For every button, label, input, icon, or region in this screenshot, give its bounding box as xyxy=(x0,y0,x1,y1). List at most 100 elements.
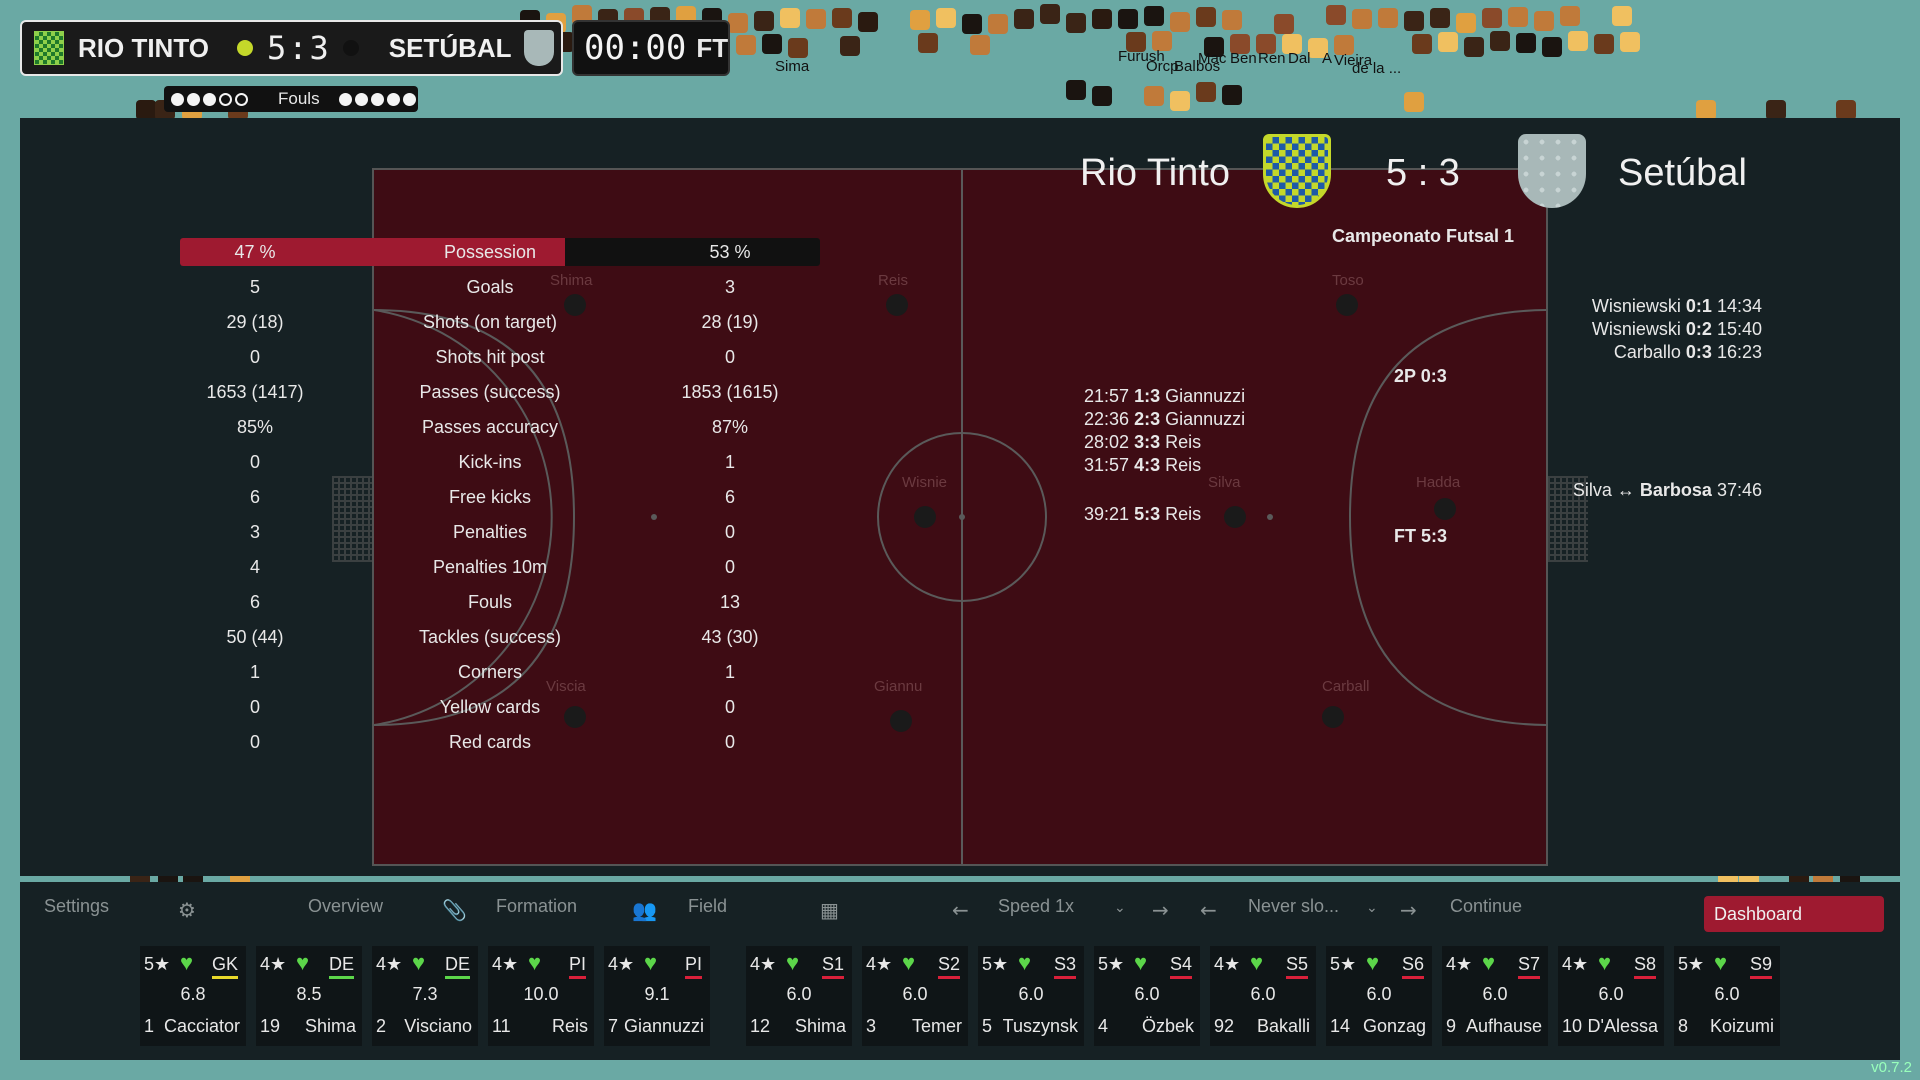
player-number: 12 xyxy=(750,1016,771,1036)
player-token[interactable] xyxy=(886,294,908,316)
stat-home-value: 85% xyxy=(236,417,274,437)
scoreboard: RIO TINTO 5:3 SETÚBAL xyxy=(20,20,563,76)
player-position: S7 xyxy=(1517,954,1540,979)
goal-score: 0:2 xyxy=(1685,319,1712,339)
player-card[interactable]: 5★ ♥ GK 6.8 1 Cacciator xyxy=(140,946,246,1046)
pitch-icon[interactable]: ▦ xyxy=(820,898,839,922)
stat-away-value: 43 (30) xyxy=(701,627,759,647)
match-clock: 00:00 FT xyxy=(572,20,730,76)
player-stars: 5★ xyxy=(982,954,1009,974)
stat-label: Shots hit post xyxy=(435,347,545,367)
player-card[interactable]: 4★ ♥ PI 10.0 11 Reis xyxy=(488,946,594,1046)
player-stars: 4★ xyxy=(1214,954,1241,974)
heart-icon: ♥ xyxy=(1714,950,1728,975)
player-ghost-label: Wisnie xyxy=(902,474,948,491)
player-position: PI xyxy=(568,954,586,979)
player-token[interactable] xyxy=(1336,294,1358,316)
gear-icon[interactable]: ⚙ xyxy=(178,898,196,922)
stat-label: Penalties 10m xyxy=(432,557,548,577)
never-slow-select[interactable]: Never slo... xyxy=(1248,896,1339,917)
player-position: S5 xyxy=(1285,954,1308,979)
player-card[interactable]: 4★ ♥ S7 6.0 9 Aufhause xyxy=(1442,946,1548,1046)
player-card[interactable]: 5★ ♥ S9 6.0 8 Koizumi xyxy=(1674,946,1780,1046)
goal-score: 4:3 xyxy=(1134,455,1161,475)
goal-time: 22:36 xyxy=(1084,409,1130,429)
home-goal-entry: 21:57 1:3 Giannuzzi xyxy=(1084,386,1245,407)
fulltime-score: FT 5:3 xyxy=(1394,526,1448,546)
player-number: 2 xyxy=(376,1016,387,1036)
stat-label: Passes accuracy xyxy=(421,417,559,437)
foul-dot xyxy=(370,92,384,106)
home-team-name: RIO TINTO xyxy=(78,32,209,63)
stat-home-value: 0 xyxy=(249,452,260,472)
stat-home-value: 6 xyxy=(249,592,260,612)
player-token[interactable] xyxy=(1224,506,1246,528)
goal-scorer: Wisniewski xyxy=(1591,319,1681,339)
field-button[interactable]: Field xyxy=(688,896,727,917)
paperclip-icon[interactable]: 📎 xyxy=(442,898,467,922)
overview-button[interactable]: Overview xyxy=(308,896,383,917)
foul-dot xyxy=(235,92,248,106)
player-token[interactable] xyxy=(1434,498,1456,520)
player-position: GK xyxy=(211,954,238,979)
player-position: S3 xyxy=(1053,954,1076,979)
player-card[interactable]: 5★ ♥ S6 6.0 14 Gonzag xyxy=(1326,946,1432,1046)
settings-button[interactable]: Settings xyxy=(44,896,109,917)
continue-button[interactable]: Continue xyxy=(1450,896,1522,917)
formation-button[interactable]: Formation xyxy=(496,896,577,917)
arrow-left-icon[interactable]: ← xyxy=(952,898,969,922)
away-crest-icon xyxy=(523,30,554,66)
arrow-right-icon[interactable]: → xyxy=(1400,898,1417,922)
stat-home-value: 6 xyxy=(249,487,260,507)
player-stars: 5★ xyxy=(1678,954,1705,974)
stat-label: Passes (success) xyxy=(419,382,561,402)
player-card[interactable]: 4★ ♥ S2 6.0 3 Temer xyxy=(862,946,968,1046)
player-number: 9 xyxy=(1446,1016,1457,1036)
stat-home-value: 29 (18) xyxy=(226,312,284,332)
speed-select[interactable]: Speed 1x xyxy=(998,896,1074,917)
player-stars: 4★ xyxy=(260,954,287,974)
chevron-down-icon[interactable]: ⌄ xyxy=(1366,900,1378,916)
player-card[interactable]: 4★ ♥ DE 8.5 19 Shima xyxy=(256,946,362,1046)
player-card[interactable]: 4★ ♥ S1 6.0 12 Shima xyxy=(746,946,852,1046)
player-rating: 6.0 xyxy=(1482,984,1508,1004)
player-card[interactable]: 4★ ♥ DE 7.3 2 Visciano xyxy=(372,946,478,1046)
player-rating: 10.0 xyxy=(523,984,559,1004)
header-home-team: Rio Tinto xyxy=(1080,152,1230,194)
stat-row: 0 Shots hit post 0 xyxy=(180,341,840,376)
goal-time: 15:40 xyxy=(1716,319,1762,339)
player-token[interactable] xyxy=(890,710,912,732)
heart-icon: ♥ xyxy=(296,950,310,975)
away-crest-large-icon xyxy=(1518,134,1586,208)
player-name: D'Alessa xyxy=(1587,1016,1658,1036)
player-card[interactable]: 4★ ♥ S5 6.0 92 Bakalli xyxy=(1210,946,1316,1046)
stat-row: 85% Passes accuracy 87% xyxy=(180,411,840,446)
crowd-name: Ren xyxy=(1258,50,1286,67)
player-token[interactable] xyxy=(914,506,936,528)
stat-label: Shots (on target) xyxy=(422,312,558,332)
away-goal-entry: Wisniewski 0:2 15:40 xyxy=(1592,319,1762,340)
goal-time: 21:57 xyxy=(1084,386,1130,406)
stat-label: Free kicks xyxy=(448,487,531,507)
bottom-bar: Settings ⚙ Overview 📎 Formation 👥 Field … xyxy=(20,882,1900,1060)
player-name: Cacciator xyxy=(163,1016,240,1036)
player-stars: 4★ xyxy=(750,954,777,974)
chevron-down-icon[interactable]: ⌄ xyxy=(1114,900,1126,916)
crowd-name: Dal xyxy=(1288,50,1311,67)
dashboard-button[interactable]: Dashboard xyxy=(1704,896,1884,932)
people-icon[interactable]: 👥 xyxy=(632,898,657,922)
player-card[interactable]: 5★ ♥ S4 6.0 4 Özbek xyxy=(1094,946,1200,1046)
home-goal-entry: 28:02 3:3 Reis xyxy=(1084,432,1201,453)
stat-home-value: 50 (44) xyxy=(226,627,284,647)
player-card[interactable]: 4★ ♥ S8 6.0 10 D'Alessa xyxy=(1558,946,1664,1046)
player-number: 4 xyxy=(1098,1016,1109,1036)
player-card[interactable]: 5★ ♥ S3 6.0 5 Tuszynsk xyxy=(978,946,1084,1046)
player-ghost-label: Silva xyxy=(1208,474,1241,491)
player-number: 1 xyxy=(144,1016,155,1036)
stat-label: Goals xyxy=(466,277,514,297)
player-token[interactable] xyxy=(1322,706,1344,728)
arrow-left-icon[interactable]: ← xyxy=(1200,898,1217,922)
player-card[interactable]: 4★ ♥ PI 9.1 7 Giannuzzi xyxy=(604,946,710,1046)
stat-home-value: 47 % xyxy=(234,242,276,262)
arrow-right-icon[interactable]: → xyxy=(1152,898,1169,922)
